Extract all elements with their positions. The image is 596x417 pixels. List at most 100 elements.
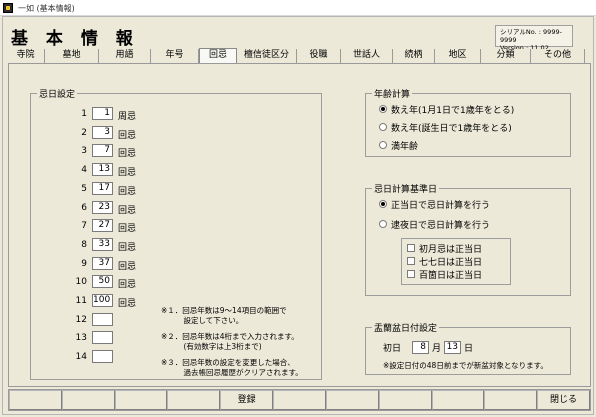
memorial-row-name: 回忌: [118, 149, 137, 160]
memorial-row-name: 回忌: [118, 186, 137, 197]
memorial-row: 7 27 回忌: [51, 219, 161, 234]
memorial-basis-option-1[interactable]: 逮夜日で忌日計算を行う: [379, 218, 490, 231]
memorial-years-input[interactable]: 13: [92, 163, 113, 177]
checkbox-icon[interactable]: [407, 244, 415, 252]
memorial-row-number: 9: [81, 258, 87, 269]
memorial-row: 5 17 回忌: [51, 181, 161, 197]
memorial-row-number: 3: [81, 146, 87, 157]
obon-note: ※設定日付の48日前までが新盆対象となります。: [383, 361, 548, 370]
function-key-5[interactable]: [273, 390, 326, 410]
memorial-day-basis-group: 忌日計算基準日 正当日で忌日計算を行う逮夜日で忌日計算を行う 初月忌は正当日七七…: [365, 182, 571, 296]
proper-day-check-2[interactable]: 百箇日は正当日: [407, 268, 505, 281]
age-option-label: 数え年(1月1日で1歳年をとる): [391, 105, 515, 116]
tab-7[interactable]: 世話人: [341, 49, 393, 63]
radio-icon[interactable]: [379, 220, 387, 228]
tab-9[interactable]: 地区: [435, 49, 481, 63]
memorial-years-input[interactable]: 33: [92, 237, 113, 251]
obon-date-legend: 盂蘭盆日付設定: [372, 321, 440, 334]
memorial-years-input[interactable]: 3: [92, 125, 113, 139]
memorial-row-number: 6: [81, 202, 87, 213]
obon-month-unit: 月: [432, 344, 442, 354]
memorial-row-name: 回忌: [118, 299, 137, 309]
function-key-6[interactable]: [325, 390, 379, 410]
age-option-2[interactable]: 満年齢: [379, 139, 418, 152]
memorial-row-number: 1: [81, 109, 87, 119]
function-key-3[interactable]: [167, 390, 221, 410]
memorial-settings-group: 忌日設定 1 1 周忌 2 3 回忌 3 7 回忌 4 13 回忌 5 17 回忌 6 23 回忌 7 27 回忌 8 33…: [30, 87, 322, 380]
memorial-row-number: 2: [81, 127, 87, 138]
memorial-years-input[interactable]: [92, 331, 113, 345]
tab-8[interactable]: 続柄: [393, 49, 435, 63]
function-key-7[interactable]: [378, 390, 432, 410]
main-window: 基 本 情 報 シリアルNo. : 9999-9999 Version : 11…: [2, 16, 594, 415]
tab-0[interactable]: 寺院: [7, 49, 45, 63]
memorial-row-number: 10: [75, 277, 87, 288]
memorial-years-input[interactable]: 7: [92, 144, 113, 158]
radio-icon[interactable]: [379, 141, 387, 149]
radio-icon[interactable]: [379, 123, 387, 131]
memorial-row: 10 50 回忌: [51, 275, 161, 290]
tab-panel-memorial: 忌日設定 1 1 周忌 2 3 回忌 3 7 回忌 4 13 回忌 5 17 回忌 6 23 回忌 7 27 回忌 8 33…: [8, 63, 591, 387]
tab-5[interactable]: 檀信徒区分: [237, 49, 297, 63]
obon-day-input[interactable]: 13: [444, 341, 462, 354]
memorial-row-name: 周忌: [118, 112, 137, 122]
memorial-row: 4 13 回忌: [51, 163, 161, 179]
register-button[interactable]: 登録: [220, 390, 274, 410]
memorial-basis-option-0[interactable]: 正当日で忌日計算を行う: [379, 198, 491, 211]
function-key-0[interactable]: [9, 390, 62, 410]
memorial-years-input[interactable]: 100: [92, 294, 113, 307]
tab-bar: 寺院 墓地 用語 年号 回忌 檀信徒区分 役職 世話人 続柄 地区 分類 その他: [7, 48, 591, 63]
memorial-row-number: 4: [81, 165, 87, 176]
obon-date-group: 盂蘭盆日付設定 初日 8 月 13 日 ※設定日付の48日前までが新盆対象となり…: [365, 321, 571, 375]
function-key-bar: 登録 閉じる: [8, 389, 591, 411]
age-option-label: 数え年(誕生日で1歳年をとる): [391, 123, 512, 134]
age-calculation-group: 年齢計算 数え年(1月1日で1歳年をとる) 数え年(誕生日で1歳年をとる) 満年齢: [365, 87, 571, 157]
obon-start-label: 初日: [383, 344, 402, 354]
radio-icon[interactable]: [379, 200, 387, 208]
memorial-row-name: 回忌: [118, 242, 137, 253]
memorial-basis-option-label: 正当日で忌日計算を行う: [391, 200, 491, 211]
proper-day-check-label: 七七日は正当日: [419, 257, 483, 268]
memorial-row-number: 5: [81, 183, 87, 194]
window-title: 一如 (基本情報): [18, 4, 75, 13]
function-key-9[interactable]: [484, 390, 538, 410]
app-icon: [3, 3, 13, 13]
memorial-years-input[interactable]: 1: [92, 107, 113, 120]
tab-6[interactable]: 役職: [297, 49, 341, 63]
memorial-years-input[interactable]: 37: [92, 256, 113, 270]
function-key-8[interactable]: [431, 390, 485, 410]
tab-3[interactable]: 年号: [151, 49, 199, 63]
proper-day-check-0[interactable]: 初月忌は正当日: [407, 242, 505, 255]
age-option-1[interactable]: 数え年(誕生日で1歳年をとる): [379, 121, 512, 134]
function-key-1[interactable]: [61, 390, 115, 410]
memorial-row: 14: [51, 350, 161, 364]
memorial-row-name: 回忌: [118, 168, 137, 179]
obon-month-input[interactable]: 8: [412, 341, 430, 354]
memorial-years-input[interactable]: 27: [92, 219, 113, 233]
age-option-0[interactable]: 数え年(1月1日で1歳年をとる): [379, 103, 515, 116]
memorial-years-input[interactable]: 50: [92, 275, 113, 289]
tab-2[interactable]: 用語: [99, 49, 151, 63]
tab-1[interactable]: 墓地: [45, 49, 99, 63]
memorial-row: 8 33 回忌: [51, 237, 161, 253]
memorial-years-input[interactable]: 17: [92, 181, 113, 195]
tab-4[interactable]: 回忌: [199, 48, 237, 63]
checkbox-icon[interactable]: [407, 270, 415, 278]
checkbox-icon[interactable]: [407, 257, 415, 265]
memorial-row-name: 回忌: [118, 130, 137, 141]
close-button[interactable]: 閉じる: [537, 390, 590, 410]
memorial-row-name: 回忌: [118, 261, 137, 272]
memorial-years-input[interactable]: 23: [92, 200, 113, 214]
function-key-2[interactable]: [114, 390, 168, 410]
memorial-row: 13: [51, 331, 161, 345]
memorial-settings-legend: 忌日設定: [37, 87, 78, 100]
memorial-row-number: 8: [81, 239, 87, 250]
tab-10[interactable]: 分類: [481, 49, 531, 63]
tab-11[interactable]: その他: [531, 49, 585, 63]
memorial-years-input[interactable]: [92, 312, 113, 326]
proper-day-check-label: 百箇日は正当日: [419, 270, 483, 281]
memorial-day-basis-legend: 忌日計算基準日: [372, 182, 440, 195]
proper-day-check-1[interactable]: 七七日は正当日: [407, 255, 505, 268]
radio-icon[interactable]: [379, 105, 387, 113]
memorial-years-input[interactable]: [92, 350, 113, 364]
